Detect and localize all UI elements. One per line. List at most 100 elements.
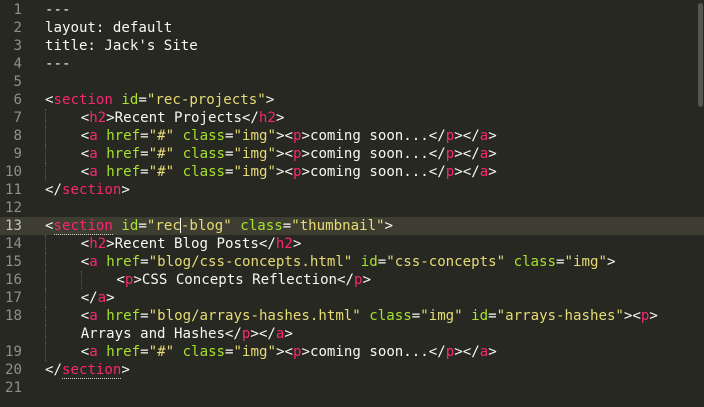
attribute-name: href xyxy=(106,164,141,180)
code-text: <h2>Recent Blog Posts</h2> xyxy=(81,235,302,253)
tag-name: a xyxy=(97,290,107,306)
code-line[interactable]: 14 <h2>Recent Blog Posts</h2> xyxy=(0,235,704,253)
line-number: 16 xyxy=(5,272,22,288)
line-number: 1 xyxy=(13,2,23,18)
attribute-value: "blog/css-concepts.html" xyxy=(148,254,353,270)
attribute-value: "css-concepts" xyxy=(386,254,506,270)
code-line[interactable]: 9 <a href="#" class="img"><p>coming soon.… xyxy=(0,145,704,163)
code-token: ></ xyxy=(250,326,276,342)
code-token: = xyxy=(140,128,149,144)
code-token: --- xyxy=(45,56,71,72)
indent-guide xyxy=(45,145,46,163)
code-token: = xyxy=(138,218,147,234)
line-number: 4 xyxy=(13,56,23,72)
code-token: >coming soon...</ xyxy=(301,344,446,360)
code-line[interactable]: 4 --- xyxy=(0,55,704,73)
code-line[interactable]: 1 --- xyxy=(0,1,704,19)
code-line[interactable]: 15 <a href="blog/css-concepts.html" id="c… xyxy=(0,253,704,271)
code-lines[interactable]: 1 --- 2 layout: default 3 title: Jack's Site 4… xyxy=(0,1,704,397)
vertical-scrollbar[interactable] xyxy=(696,0,704,407)
code-line-wrap[interactable]: Arrays and Hashes</p></a> xyxy=(0,325,704,343)
code-token: < xyxy=(80,236,90,252)
attribute-value: "img" xyxy=(233,164,276,180)
code-line[interactable]: 10 <a href="#" class="img"><p>coming soon… xyxy=(0,163,704,181)
code-token: >< xyxy=(623,308,641,324)
tag-name: a xyxy=(479,164,489,180)
indent-guide xyxy=(45,325,46,343)
attribute-name: id xyxy=(121,218,139,234)
tag-name: section xyxy=(53,92,113,108)
line-number: 6 xyxy=(13,92,23,108)
attribute-name: href xyxy=(106,146,141,162)
attribute-name: href xyxy=(106,128,141,144)
code-line[interactable]: 3 title: Jack's Site xyxy=(0,37,704,55)
code-text: <a href="blog/arrays-hashes.html" class=… xyxy=(81,307,658,325)
code-token: = xyxy=(140,254,149,270)
code-token: </ xyxy=(45,362,62,378)
code-line[interactable]: 20 </section> xyxy=(0,361,704,379)
code-line[interactable]: 7 <h2>Recent Projects</h2> xyxy=(0,109,704,127)
code-editor[interactable]: 1 --- 2 layout: default 3 title: Jack's Site 4… xyxy=(0,0,704,407)
line-number: 3 xyxy=(13,38,23,54)
code-text: layout: default xyxy=(45,19,172,37)
tag-name: p xyxy=(445,344,455,360)
indent-guide xyxy=(45,127,46,145)
attribute-value: "img" xyxy=(564,254,607,270)
code-token: = xyxy=(138,92,147,108)
code-line[interactable]: 21 xyxy=(0,379,704,397)
attribute-value: "img" xyxy=(233,344,276,360)
line-number: 10 xyxy=(5,164,22,180)
attribute-value: -blog" xyxy=(180,218,232,234)
attribute-name: href xyxy=(106,344,141,360)
attribute-name: class xyxy=(513,254,557,270)
indent-guide xyxy=(45,289,46,307)
code-line[interactable]: 16 <p>CSS Concepts Reflection</p> xyxy=(0,271,704,289)
line-number: 17 xyxy=(5,290,22,306)
code-line[interactable]: 19 <a href="#" class="img"><p>coming soon… xyxy=(0,343,704,361)
code-token: >CSS Concepts Reflection</ xyxy=(133,272,355,288)
code-line[interactable]: 2 layout: default xyxy=(0,19,704,37)
attribute-name: href xyxy=(106,254,141,270)
code-token: > xyxy=(362,272,372,288)
tag-name: a xyxy=(479,146,489,162)
code-line[interactable]: 17 </a> xyxy=(0,289,704,307)
line-number: 15 xyxy=(5,254,22,270)
code-line[interactable]: 8 <a href="#" class="img"><p>coming soon.… xyxy=(0,127,704,145)
code-token: < xyxy=(80,164,90,180)
code-line[interactable]: 12 xyxy=(0,199,704,217)
code-token: >coming soon...</ xyxy=(301,146,446,162)
code-token: >coming soon...</ xyxy=(301,128,446,144)
line-number: 12 xyxy=(5,200,22,216)
code-token: = xyxy=(140,146,149,162)
code-token: ></ xyxy=(454,344,480,360)
attribute-value: "#" xyxy=(148,128,175,144)
scrollbar-thumb[interactable] xyxy=(698,3,703,107)
code-text: <a href="blog/css-concepts.html" id="css… xyxy=(81,253,616,271)
tag-name: h2 xyxy=(275,236,293,252)
tag-name: a xyxy=(89,146,98,162)
code-line[interactable]: 6 <section id="rec-projects"> xyxy=(0,91,704,109)
tag-name: h2 xyxy=(89,236,107,252)
code-token: >coming soon...</ xyxy=(301,164,446,180)
code-token: >< xyxy=(275,344,293,360)
code-line[interactable]: 11 </section> xyxy=(0,181,704,199)
code-line[interactable]: 18 <a href="blog/arrays-hashes.html" clas… xyxy=(0,307,704,325)
code-token: > xyxy=(106,290,115,306)
indent-guide xyxy=(45,163,46,181)
code-line[interactable]: 13 <section id="rec-blog" class="thumbnai… xyxy=(0,217,704,235)
code-token: = xyxy=(488,308,497,324)
code-text: <a href="#" class="img"><p>coming soon..… xyxy=(81,145,497,163)
code-token: --- xyxy=(45,2,71,18)
code-token: > xyxy=(292,236,302,252)
code-token: < xyxy=(116,272,125,288)
attribute-name: class xyxy=(182,344,226,360)
tag-name: p xyxy=(445,146,455,162)
code-line[interactable]: 5 xyxy=(0,73,704,91)
line-number: 14 xyxy=(5,236,22,252)
code-token: >< xyxy=(275,164,293,180)
code-token: ></ xyxy=(454,128,480,144)
